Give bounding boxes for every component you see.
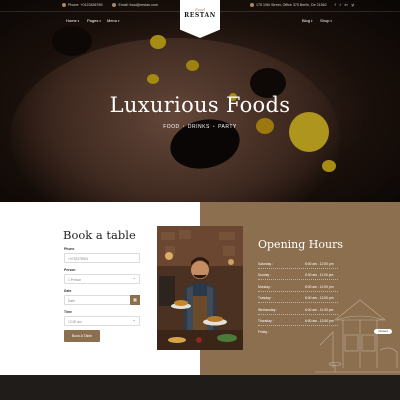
calendar-icon[interactable]: ▦ bbox=[130, 295, 140, 305]
hours-time: 6:30 am - 11:00 pm bbox=[305, 273, 334, 277]
caret-down-icon: ▾ bbox=[330, 19, 332, 23]
hours-day: Sunday : bbox=[258, 273, 272, 277]
separator-dot: • bbox=[212, 124, 216, 130]
divider bbox=[258, 268, 338, 269]
nav-label: Menu bbox=[107, 18, 118, 23]
phone-field[interactable]: +4733378901 bbox=[64, 253, 140, 263]
address-info: 175 10th Street, Office 375 Berlin, De 2… bbox=[250, 3, 327, 8]
chef-photo-illustration bbox=[157, 226, 243, 350]
site-logo[interactable]: Food RESTAN bbox=[180, 0, 220, 38]
email-info[interactable]: Email: food@restan.com bbox=[112, 3, 158, 8]
date-field[interactable]: Date ▦ bbox=[64, 295, 140, 305]
hours-day: Wednesday : bbox=[258, 308, 278, 312]
hero-tag-food: FOOD bbox=[163, 124, 180, 130]
hero-subtitle: FOOD • DRINKS • PARTY bbox=[0, 124, 400, 130]
hours-day: Saturday : bbox=[258, 262, 274, 266]
phone-placeholder: +4733378901 bbox=[68, 257, 89, 261]
nav-item-shop[interactable]: Shop▾ bbox=[320, 18, 332, 23]
youtube-icon[interactable]: yt bbox=[351, 3, 354, 7]
nav-label: Home bbox=[66, 18, 77, 23]
caret-down-icon: ▾ bbox=[99, 19, 101, 23]
hero-tag-party: PARTY bbox=[218, 124, 237, 130]
nav-label: Blog bbox=[302, 18, 311, 23]
hours-day: Monday : bbox=[258, 285, 272, 289]
restaurant-sketch-illustration bbox=[315, 299, 400, 373]
footer-strip bbox=[0, 375, 400, 400]
hours-day: Tuesday : bbox=[258, 296, 273, 300]
person-placeholder: 1 Person bbox=[68, 278, 82, 282]
nav-item-home[interactable]: Home▾ bbox=[66, 18, 79, 23]
nav-label: Pages bbox=[87, 18, 99, 23]
caret-down-icon: ▾ bbox=[311, 19, 313, 23]
social-links: f t in yt bbox=[335, 3, 355, 7]
nav-item-blog[interactable]: Blog▾ bbox=[302, 18, 313, 23]
linkedin-icon[interactable]: in bbox=[345, 3, 348, 7]
hero-banner: Phone: +0123456789 Email: food@restan.co… bbox=[0, 0, 400, 202]
hours-time: 6:00 am - 12:00 pm bbox=[305, 262, 334, 266]
nav-item-menu[interactable]: Menu▾ bbox=[107, 18, 120, 23]
date-label: Date bbox=[64, 289, 72, 293]
logo-banner bbox=[180, 0, 220, 38]
caret-down-icon: ▾ bbox=[77, 19, 80, 23]
phone-icon bbox=[62, 3, 66, 8]
time-label: Time bbox=[64, 310, 72, 314]
logo-name: RESTAN bbox=[184, 12, 216, 19]
chef-photo bbox=[157, 226, 243, 350]
phone-label: Phone bbox=[64, 247, 75, 251]
location-icon bbox=[250, 3, 254, 8]
hours-day: Friday : bbox=[258, 330, 269, 334]
divider bbox=[258, 279, 338, 280]
nav-label: Shop bbox=[320, 18, 330, 23]
opening-hours-title: Opening Hours bbox=[258, 238, 343, 251]
nav-item-pages[interactable]: Pages▾ bbox=[87, 18, 101, 23]
phone-info: Phone: +0123456789 bbox=[62, 3, 103, 8]
time-placeholder: 12:00 am bbox=[68, 320, 82, 324]
hours-day: Thursday : bbox=[258, 319, 274, 323]
facebook-icon[interactable]: f bbox=[335, 3, 336, 7]
booking-title: Book a table bbox=[63, 228, 136, 242]
time-select[interactable]: 12:00 am bbox=[64, 316, 140, 326]
caret-down-icon: ▾ bbox=[118, 19, 120, 23]
hours-time: 8:00 am - 12:00 pm bbox=[305, 285, 334, 289]
address-text: 175 10th Street, Office 375 Berlin, De 2… bbox=[256, 3, 327, 7]
phone-text: Phone: +0123456789 bbox=[68, 3, 103, 7]
book-table-button[interactable]: Book A Table bbox=[64, 330, 100, 342]
hero-tag-drinks: DRINKS bbox=[187, 124, 210, 130]
date-placeholder: Date bbox=[68, 299, 75, 303]
person-label: Person bbox=[64, 268, 76, 272]
person-select[interactable]: 1 Person bbox=[64, 274, 140, 284]
twitter-icon[interactable]: t bbox=[340, 3, 341, 7]
separator-dot: • bbox=[182, 124, 185, 130]
hero-title: Luxurious Foods bbox=[109, 93, 291, 117]
email-icon bbox=[112, 3, 117, 8]
email-text: Email: food@restan.com bbox=[118, 3, 158, 7]
